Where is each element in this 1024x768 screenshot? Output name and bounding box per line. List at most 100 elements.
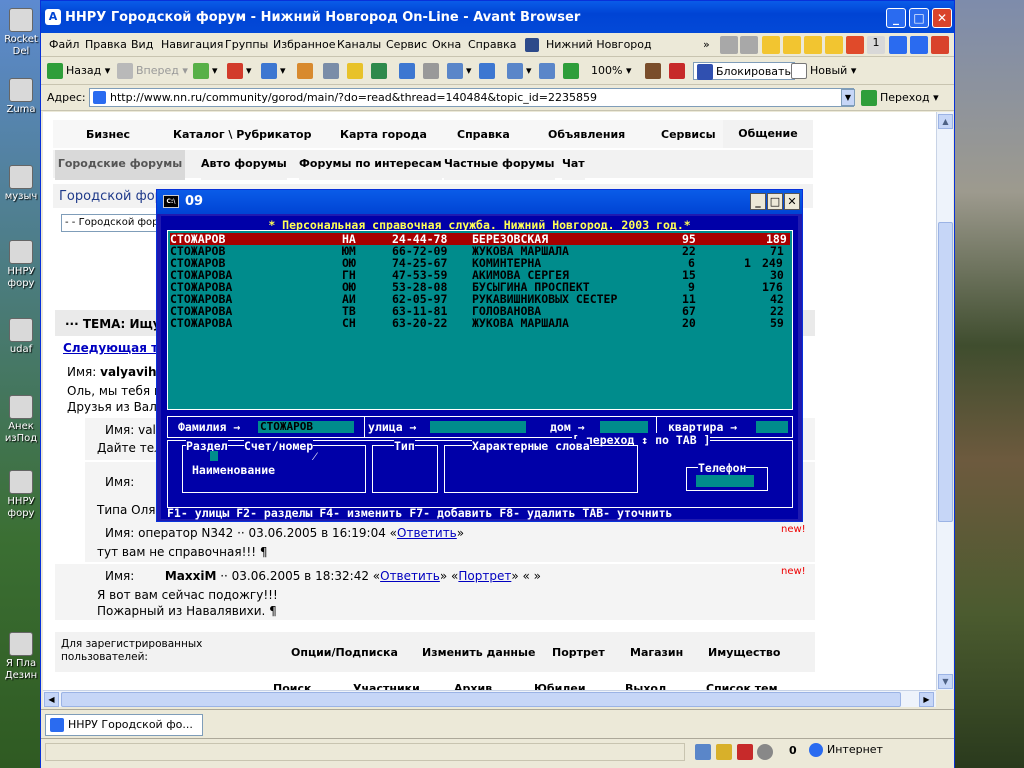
back-button[interactable]: Назад ▾: [47, 62, 110, 80]
menu-groups[interactable]: Группы: [225, 38, 268, 51]
forward-window-icon[interactable]: [740, 36, 758, 54]
link-shop[interactable]: Магазин: [630, 646, 683, 659]
edit-button[interactable]: ▾: [447, 62, 472, 80]
print-button[interactable]: [423, 62, 442, 80]
lock-icon[interactable]: [716, 744, 732, 760]
desktop-icon[interactable]: ННРУ фору: [2, 470, 40, 520]
subnav-city-forums[interactable]: Городские форумы: [55, 150, 185, 180]
home-button[interactable]: [297, 62, 316, 80]
result-row[interactable]: СТОЖАРОВА СН 63-20-22 ЖУКОВА МАРШАЛА 20 59: [170, 317, 790, 329]
search-group-label[interactable]: Нижний Новгород: [546, 38, 652, 51]
menu-view[interactable]: Вид: [131, 38, 153, 51]
reply-link[interactable]: Ответить: [380, 569, 440, 583]
refresh-button[interactable]: ▾: [261, 62, 286, 80]
link-topic-list[interactable]: Список тем: [706, 682, 778, 690]
menu-favorites[interactable]: Избранное: [273, 38, 335, 51]
text-size-button[interactable]: [539, 62, 558, 80]
history-button[interactable]: [371, 62, 390, 80]
portrait-link[interactable]: Портрет: [458, 569, 511, 583]
popup-blocked-icon[interactable]: [737, 744, 753, 760]
menu-channels[interactable]: Каналы: [337, 38, 381, 51]
mail-button[interactable]: [399, 62, 418, 80]
forward-button[interactable]: Вперед ▾: [117, 62, 188, 80]
stop-button[interactable]: ▾: [227, 62, 252, 80]
doc-close-button[interactable]: [931, 36, 949, 54]
link-search[interactable]: Поиск: [273, 682, 311, 690]
phone-field[interactable]: [696, 475, 754, 487]
doc-restore-button[interactable]: [910, 36, 928, 54]
scroll-down-icon[interactable]: ▼: [938, 674, 953, 689]
horizontal-scrollbar[interactable]: ◀ ▶: [43, 690, 936, 707]
single-window-icon[interactable]: 1: [867, 36, 885, 54]
chevron-more-icon[interactable]: »: [703, 38, 710, 51]
surname-field[interactable]: СТОЖАРОВ: [258, 421, 354, 433]
go-button[interactable]: Переход ▾: [861, 90, 939, 106]
subnav-auto-forums[interactable]: Авто форумы: [201, 150, 287, 180]
desktop-icon[interactable]: udaf: [2, 318, 40, 356]
subnav-interest-forums[interactable]: Форумы по интересам: [299, 150, 442, 180]
house-field[interactable]: [600, 421, 648, 433]
link-edit-data[interactable]: Изменить данные: [422, 646, 535, 659]
url-input[interactable]: http://www.nn.ru/community/gorod/main/?d…: [89, 88, 854, 107]
nav-communication[interactable]: Общение: [723, 120, 813, 148]
favorites-button[interactable]: [347, 62, 366, 80]
title-bar[interactable]: A ННРУ Городской форум - Нижний Новгород…: [41, 1, 954, 33]
console-maximize-button[interactable]: □: [767, 193, 783, 210]
privacy-icon[interactable]: [757, 744, 773, 760]
forum-select[interactable]: - - Городской фор: [61, 214, 171, 232]
address-dropdown[interactable]: ▼: [841, 89, 855, 106]
console-minimize-button[interactable]: _: [750, 193, 766, 210]
desktop-icon[interactable]: Анек изПод: [2, 395, 40, 445]
scroll-right-icon[interactable]: ▶: [919, 692, 934, 707]
images-button[interactable]: [645, 62, 664, 80]
tile-horizontal-icon[interactable]: [783, 36, 801, 54]
desktop-icon[interactable]: музыч: [2, 165, 40, 203]
doc-minimize-button[interactable]: [889, 36, 907, 54]
desktop-icon[interactable]: ННРУ фору: [2, 240, 40, 290]
scroll-left-icon[interactable]: ◀: [44, 692, 59, 707]
menu-windows[interactable]: Окна: [432, 38, 461, 51]
scroll-thumb[interactable]: [61, 692, 901, 707]
subnav-chat[interactable]: Чат: [562, 150, 585, 180]
link-property[interactable]: Имущество: [708, 646, 780, 659]
new-button[interactable]: Новый ▾: [791, 62, 856, 80]
close-all-icon[interactable]: [846, 36, 864, 54]
flat-field[interactable]: [756, 421, 788, 433]
minimize-button[interactable]: _: [886, 8, 906, 28]
link-anniversaries[interactable]: Юбилеи: [534, 682, 586, 690]
scroll-up-icon[interactable]: ▲: [938, 114, 953, 129]
menu-edit[interactable]: Правка: [85, 38, 127, 51]
search-button[interactable]: [323, 62, 342, 80]
console-title-bar[interactable]: C:\ 09 _ □ ✕: [157, 190, 802, 214]
link-options[interactable]: Опции/Подписка: [291, 646, 398, 659]
street-field[interactable]: [430, 421, 526, 433]
menu-file[interactable]: Файл: [49, 38, 79, 51]
layout-button[interactable]: ▾: [507, 62, 532, 80]
console-close-button[interactable]: ✕: [784, 193, 800, 210]
section-field[interactable]: [210, 451, 218, 461]
close-button[interactable]: ✕: [932, 8, 952, 28]
vertical-scrollbar[interactable]: ▲ ▼: [936, 112, 953, 690]
desktop-icon[interactable]: Rocket Del: [2, 8, 40, 58]
link-archive[interactable]: Архив: [454, 682, 492, 690]
web-button[interactable]: [479, 62, 498, 80]
menu-help[interactable]: Справка: [468, 38, 516, 51]
download-icon[interactable]: [695, 744, 711, 760]
menu-tools[interactable]: Сервис: [386, 38, 427, 51]
link-members[interactable]: Участники: [353, 682, 420, 690]
scroll-thumb[interactable]: [938, 222, 953, 522]
link-portrait[interactable]: Портрет: [552, 646, 605, 659]
menu-navigation[interactable]: Навигация: [161, 38, 223, 51]
page-tab[interactable]: ННРУ Городской фо...: [45, 714, 203, 736]
desktop-icon[interactable]: Я Пла Дезин: [2, 632, 40, 682]
reply-link[interactable]: Ответить: [397, 526, 457, 540]
console-screen[interactable]: * Персональная справочная служба. Нижний…: [161, 216, 798, 520]
back-window-icon[interactable]: [720, 36, 738, 54]
popup-block-button[interactable]: Блокировать: [693, 62, 795, 80]
font-button[interactable]: [563, 62, 582, 80]
link-exit[interactable]: Выход: [625, 682, 667, 690]
flash-block-button[interactable]: [669, 62, 688, 80]
maximize-button[interactable]: □: [909, 8, 929, 28]
up-button[interactable]: ▾: [193, 62, 218, 80]
desktop-icon[interactable]: Zuma: [2, 78, 40, 116]
